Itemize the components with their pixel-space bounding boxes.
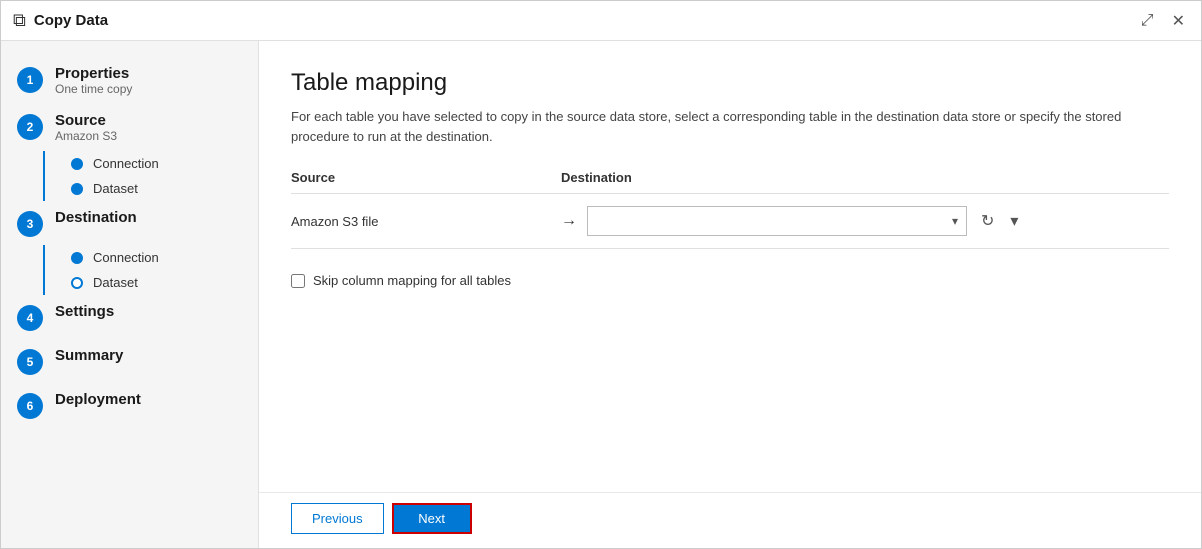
mapping-header: Source Destination <box>291 170 1169 194</box>
skip-mapping-area: Skip column mapping for all tables <box>291 273 1169 288</box>
step-circle-3: 3 <box>17 211 43 237</box>
step-circle-4: 4 <box>17 305 43 331</box>
step-5-name: Summary <box>55 347 123 364</box>
step-circle-5: 5 <box>17 349 43 375</box>
step-2-name: Source <box>55 112 117 129</box>
skip-column-mapping-label[interactable]: Skip column mapping for all tables <box>313 273 511 288</box>
step-6-info: Deployment <box>55 391 141 408</box>
source-connection-circle <box>71 158 83 170</box>
copy-data-icon: ⧉ <box>13 10 26 31</box>
header-source: Source <box>291 170 561 185</box>
source-sub-items: Connection Dataset <box>1 151 258 201</box>
sidebar-item-summary[interactable]: 5 Summary <box>1 339 258 383</box>
window-controls: ⤢ ✕ <box>1137 9 1189 33</box>
source-dataset-circle <box>71 183 83 195</box>
skip-column-mapping-checkbox[interactable] <box>291 274 305 288</box>
step-4-info: Settings <box>55 303 114 320</box>
destination-dataset-circle <box>71 277 83 289</box>
step-1-name: Properties <box>55 65 132 82</box>
mapping-row: Amazon S3 file → ▾ ↻ ▾ <box>291 194 1169 249</box>
destination-dataset-item[interactable]: Dataset <box>55 270 258 295</box>
title-bar: ⧉ Copy Data ⤢ ✕ <box>1 1 1201 41</box>
step-3-name: Destination <box>55 209 137 226</box>
step-4-name: Settings <box>55 303 114 320</box>
sidebar-item-destination[interactable]: 3 Destination <box>1 201 258 245</box>
sidebar: 1 Properties One time copy 2 Source Amaz… <box>1 41 259 548</box>
step-circle-6: 6 <box>17 393 43 419</box>
destination-sub-items: Connection Dataset <box>1 245 258 295</box>
content-area: Table mapping For each table you have se… <box>259 41 1201 548</box>
next-button[interactable]: Next <box>392 503 472 534</box>
previous-button[interactable]: Previous <box>291 503 384 534</box>
main-layout: 1 Properties One time copy 2 Source Amaz… <box>1 41 1201 548</box>
destination-connector <box>43 245 45 295</box>
step-6-name: Deployment <box>55 391 141 408</box>
step-5-info: Summary <box>55 347 123 364</box>
destination-dropdown[interactable]: ▾ <box>587 206 967 236</box>
step-1-info: Properties One time copy <box>55 65 132 96</box>
main-window: ⧉ Copy Data ⤢ ✕ 1 Properties One time co… <box>0 0 1202 549</box>
destination-connection-circle <box>71 252 83 264</box>
step-3-info: Destination <box>55 209 137 226</box>
step-circle-1: 1 <box>17 67 43 93</box>
header-destination: Destination <box>561 170 632 185</box>
step-circle-2: 2 <box>17 114 43 140</box>
refresh-button[interactable]: ↻ <box>975 209 1000 233</box>
expand-row-button[interactable]: ▾ <box>1004 209 1024 233</box>
dropdown-arrow-icon: ▾ <box>952 214 958 228</box>
page-title: Table mapping <box>291 69 1169 97</box>
source-file-label: Amazon S3 file <box>291 214 561 229</box>
step-1-sub: One time copy <box>55 82 132 96</box>
sidebar-item-source[interactable]: 2 Source Amazon S3 <box>1 104 258 151</box>
sidebar-item-settings[interactable]: 4 Settings <box>1 295 258 339</box>
window-title: Copy Data <box>34 12 1137 29</box>
source-dataset-label: Dataset <box>93 181 138 196</box>
close-button[interactable]: ✕ <box>1168 9 1189 33</box>
content-inner: Table mapping For each table you have se… <box>259 41 1201 492</box>
sidebar-item-deployment[interactable]: 6 Deployment <box>1 383 258 427</box>
footer-buttons: Previous Next <box>259 492 1201 548</box>
source-dataset-item[interactable]: Dataset <box>55 176 258 201</box>
page-description: For each table you have selected to copy… <box>291 107 1161 146</box>
destination-dataset-label: Dataset <box>93 275 138 290</box>
expand-button[interactable]: ⤢ <box>1137 9 1158 33</box>
destination-connection-item[interactable]: Connection <box>55 245 258 270</box>
step-2-sub: Amazon S3 <box>55 129 117 143</box>
sidebar-item-properties[interactable]: 1 Properties One time copy <box>1 57 258 104</box>
destination-connection-label: Connection <box>93 250 159 265</box>
source-connection-item[interactable]: Connection <box>55 151 258 176</box>
source-connection-label: Connection <box>93 156 159 171</box>
step-2-info: Source Amazon S3 <box>55 112 117 143</box>
source-connector <box>43 151 45 201</box>
arrow-icon: → <box>561 212 577 230</box>
